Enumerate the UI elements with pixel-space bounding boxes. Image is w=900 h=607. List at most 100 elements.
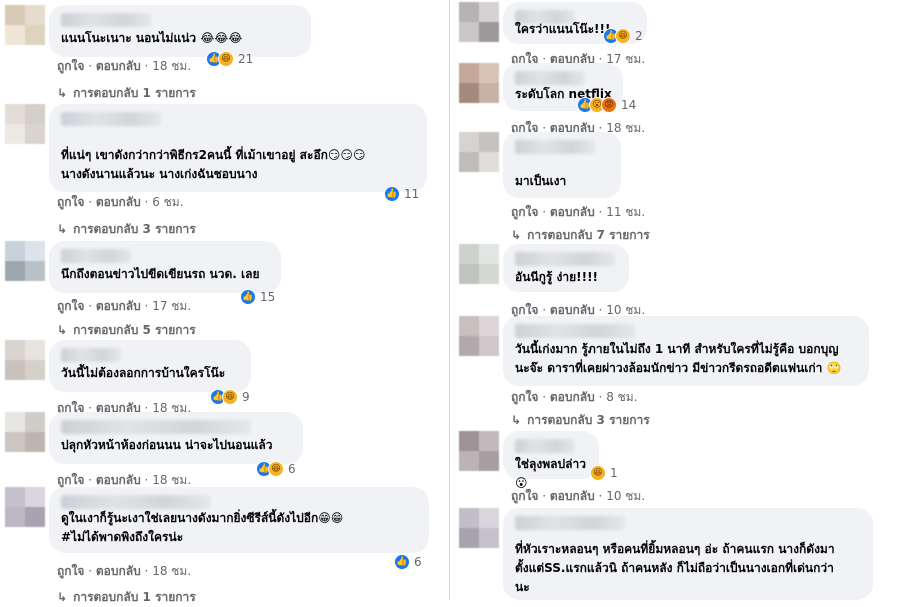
comment-bubble: ดูในเงาก็รู้นะเงาใช่เลยนางดังมากยิ่งซีรี…	[49, 487, 429, 553]
separator: ·	[84, 473, 96, 487]
comment-bubble: อันนีกูรู้ ง่าย!!!!	[503, 244, 629, 292]
reaction-summary[interactable]: 👍 😆 2	[603, 27, 643, 45]
comment-bubble: ที่หัวเราะหลอนๆ หรือคนที่ยิ้มหลอนๆ อ่ะ ถ…	[503, 508, 873, 600]
timestamp[interactable]: 11 ชม.	[606, 205, 645, 219]
commenter-name-blurred[interactable]	[515, 71, 585, 85]
timestamp[interactable]: 8 ชม.	[606, 390, 637, 404]
like-link[interactable]: ถูกใจ	[511, 489, 538, 503]
comment-bubble: ใช่ลุงพลปล่าว 😮	[503, 431, 599, 490]
comment-text: วันนี้เก่งมาก รู้ภายในไม่ถึง 1 นาที สำหร…	[515, 342, 842, 375]
reaction-summary[interactable]: 👍 11	[384, 185, 419, 203]
haha-reaction-icon: 😆	[615, 28, 631, 44]
like-link[interactable]: ถูกใจ	[511, 390, 538, 404]
reaction-summary[interactable]: 👍 15	[240, 288, 275, 306]
commenter-name-blurred[interactable]	[61, 13, 151, 27]
reaction-count: 14	[621, 98, 637, 112]
reaction-summary[interactable]: 👍 6	[394, 553, 422, 571]
comment-bubble: ที่แน่ๆ เขาดังกว่ากว่าพิธีกร2คนนี้ ที่เม…	[49, 104, 427, 192]
comment-text: ดูในเงาก็รู้นะเงาใช่เลยนางดังมากยิ่งซีรี…	[61, 511, 344, 544]
avatar[interactable]	[459, 2, 499, 42]
replies-count-label: การตอบกลับ 1 รายการ	[73, 86, 196, 100]
avatar[interactable]	[459, 63, 499, 103]
view-replies-link[interactable]: ↳ การตอบกลับ 1 รายการ	[57, 588, 196, 607]
separator: ·	[84, 195, 96, 209]
commenter-name-blurred[interactable]	[61, 249, 131, 263]
reaction-summary[interactable]: 👍 😆 9	[210, 388, 250, 406]
reply-link[interactable]: ตอบกลับ	[550, 303, 595, 317]
like-link[interactable]: ถูกใจ	[57, 195, 84, 209]
like-link[interactable]: ถูกใจ	[57, 564, 84, 578]
reaction-summary[interactable]: 👍 😮 😡 14	[577, 96, 636, 114]
like-link[interactable]: ถูกใจ	[57, 299, 84, 313]
commenter-name-blurred[interactable]	[61, 420, 251, 434]
comment-text: มาเป็นเงา	[515, 174, 567, 188]
timestamp[interactable]: 18 ชม.	[152, 59, 191, 73]
reply-link[interactable]: ตอบกลับ	[96, 564, 141, 578]
reply-link[interactable]: ตอบกลับ	[96, 195, 141, 209]
comment-actions: ถูกใจ · ตอบกลับ · 11 ชม.	[511, 203, 645, 222]
like-link[interactable]: ถูกใจ	[511, 303, 538, 317]
avatar[interactable]	[5, 487, 45, 527]
column-divider	[449, 0, 450, 600]
avatar[interactable]	[459, 316, 499, 356]
avatar[interactable]	[459, 431, 499, 471]
view-replies-link[interactable]: ↳ การตอบกลับ 5 รายการ	[57, 321, 196, 340]
avatar[interactable]	[5, 340, 45, 380]
comment-actions: ถูกใจ · ตอบกลับ · 8 ชม.	[511, 388, 638, 407]
reaction-summary[interactable]: 👍 😆 6	[256, 460, 296, 478]
reply-link[interactable]: ตอบกลับ	[550, 205, 595, 219]
reply-arrow-icon: ↳	[57, 86, 68, 100]
comment-bubble: มาเป็นเงา	[503, 132, 621, 198]
comment-text: ปลุกหัวหน้าห้องก่อนนน น่าจะไปนอนแล้ว	[61, 438, 273, 452]
timestamp[interactable]: 10 ชม.	[606, 303, 645, 317]
view-replies-link[interactable]: ↳ การตอบกลับ 3 รายการ	[511, 411, 650, 430]
commenter-name-blurred[interactable]	[515, 439, 575, 453]
reply-link[interactable]: ตอบกลับ	[96, 473, 141, 487]
view-replies-link[interactable]: ↳ การตอบกลับ 3 รายการ	[57, 220, 196, 239]
view-replies-link[interactable]: ↳ การตอบกลับ 1 รายการ	[57, 84, 196, 103]
commenter-name-blurred[interactable]	[61, 495, 211, 509]
commenter-name-blurred[interactable]	[61, 112, 161, 126]
like-link[interactable]: ถูกใจ	[57, 59, 84, 73]
timestamp[interactable]: 18 ชม.	[152, 564, 191, 578]
reaction-summary[interactable]: 👍 😆 21	[206, 50, 253, 68]
avatar[interactable]	[459, 508, 499, 548]
commenter-name-blurred[interactable]	[515, 252, 615, 266]
avatar[interactable]	[5, 104, 45, 144]
reply-arrow-icon: ↳	[511, 228, 522, 242]
comment-bubble: วันนี้ไม่ต้องลอกการบ้านใครโน๊ะ	[49, 340, 251, 392]
separator: ·	[538, 205, 550, 219]
haha-reaction-icon: 😆	[268, 461, 284, 477]
reaction-summary[interactable]: 😆 1	[590, 464, 618, 482]
reply-arrow-icon: ↳	[57, 222, 68, 236]
avatar[interactable]	[5, 412, 45, 452]
avatar[interactable]	[459, 132, 499, 172]
like-link[interactable]: ถูกใจ	[511, 205, 538, 219]
commenter-name-blurred[interactable]	[61, 348, 121, 362]
timestamp[interactable]: 6 ชม.	[152, 195, 183, 209]
view-replies-link[interactable]: ↳ การตอบกลับ 7 รายการ	[511, 226, 650, 245]
separator: ·	[84, 564, 96, 578]
commenter-name-blurred[interactable]	[515, 140, 595, 154]
like-link[interactable]: ถูกใจ	[57, 473, 84, 487]
timestamp[interactable]: 18 ชม.	[152, 473, 191, 487]
angry-reaction-icon: 😡	[601, 97, 617, 113]
comment-actions: ถูกใจ · ตอบกลับ · 18 ชม.	[57, 562, 191, 581]
avatar[interactable]	[459, 244, 499, 284]
separator: ·	[594, 205, 607, 219]
timestamp[interactable]: 10 ชม.	[606, 489, 645, 503]
like-reaction-icon: 👍	[384, 186, 400, 202]
avatar[interactable]	[5, 241, 45, 281]
commenter-name-blurred[interactable]	[515, 516, 625, 530]
separator: ·	[594, 489, 607, 503]
reply-link[interactable]: ตอบกลับ	[550, 489, 595, 503]
reply-link[interactable]: ตอบกลับ	[96, 59, 141, 73]
reply-link[interactable]: ตอบกลับ	[550, 390, 595, 404]
avatar[interactable]	[5, 5, 45, 45]
comment-text: ใครว่าแนนโน๊ะ!!!	[515, 22, 611, 36]
reply-link[interactable]: ตอบกลับ	[96, 299, 141, 313]
commenter-name-blurred[interactable]	[515, 324, 635, 338]
replies-count-label: การตอบกลับ 3 รายการ	[73, 222, 196, 236]
haha-reaction-icon: 😆	[218, 51, 234, 67]
timestamp[interactable]: 17 ชม.	[152, 299, 191, 313]
